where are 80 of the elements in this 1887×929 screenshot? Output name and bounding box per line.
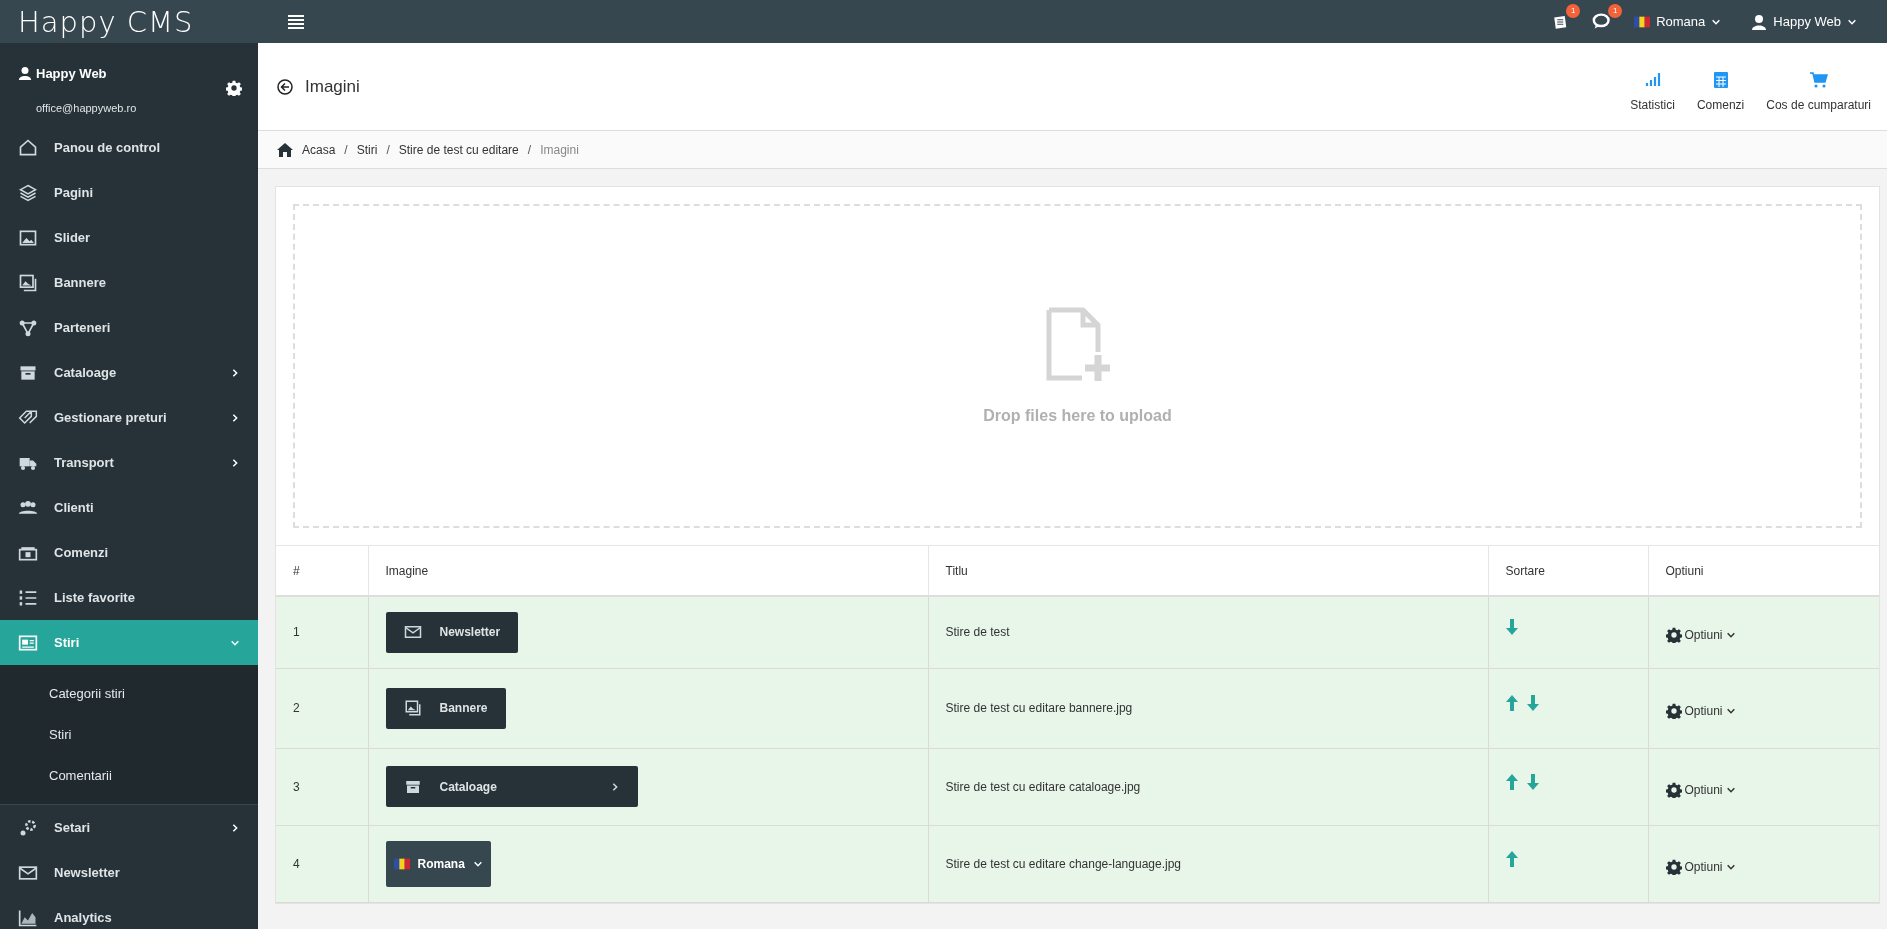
table-cell: Stire de test cu editare cataloage.jpg bbox=[928, 748, 1488, 825]
pictures-icon bbox=[18, 272, 38, 293]
sidebar-item[interactable]: Setari bbox=[0, 805, 258, 850]
menu-item-preview: Newsletter bbox=[385, 611, 519, 653]
table-cell: 1 bbox=[276, 596, 368, 668]
sidebar-item[interactable]: Panou de control bbox=[0, 125, 258, 170]
gear-icon bbox=[1665, 627, 1682, 644]
logo: Happy CMS bbox=[17, 4, 195, 39]
pictures-icon bbox=[403, 699, 422, 717]
calculator-icon bbox=[1713, 71, 1728, 88]
arrow-down-icon[interactable] bbox=[1526, 695, 1539, 711]
breadcrumb-link[interactable]: Stire de test cu editare bbox=[398, 142, 519, 157]
options-dropdown[interactable]: Optiuni bbox=[1665, 621, 1736, 644]
options-dropdown[interactable]: Optiuni bbox=[1665, 697, 1736, 719]
breadcrumb-link[interactable]: Stiri bbox=[356, 142, 378, 157]
sidebar-item[interactable]: Liste favorite bbox=[0, 575, 258, 620]
table-cell: 4 bbox=[276, 825, 368, 902]
submenu-item[interactable]: Comentarii bbox=[0, 755, 258, 796]
newspaper-icon bbox=[18, 632, 38, 653]
arrow-up-icon[interactable] bbox=[1505, 850, 1518, 867]
flag-icon bbox=[393, 857, 410, 870]
settings-icon[interactable] bbox=[226, 80, 242, 96]
sidebar-item[interactable]: Clienti bbox=[0, 485, 258, 530]
sidebar-item[interactable]: Gestionare preturi bbox=[0, 395, 258, 440]
user-name: Happy Web bbox=[36, 65, 108, 81]
home-icon bbox=[18, 137, 38, 158]
dropzone-text: Drop files here to upload bbox=[983, 407, 1172, 425]
sidebar-item[interactable]: Comenzi bbox=[0, 530, 258, 575]
arrow-up-icon[interactable] bbox=[1505, 695, 1518, 711]
user-email: office@happyweb.ro bbox=[36, 102, 138, 115]
breadcrumb-current: Imagini bbox=[540, 142, 579, 157]
language-dropdown[interactable]: Romana bbox=[1634, 14, 1722, 29]
breadcrumb-separator: / bbox=[527, 142, 532, 157]
sidebar-item[interactable]: Cataloage bbox=[0, 350, 258, 395]
gear-icon bbox=[1665, 781, 1682, 798]
options-dropdown[interactable]: Optiuni bbox=[1665, 775, 1736, 798]
layers-icon bbox=[18, 182, 38, 203]
arrow-down-icon[interactable] bbox=[1526, 773, 1539, 790]
sidebar-item[interactable]: Transport bbox=[0, 440, 258, 485]
breadcrumb-separator: / bbox=[344, 142, 348, 157]
page-title: Imagini bbox=[305, 76, 361, 97]
sidebar-item[interactable]: Newsletter bbox=[0, 850, 258, 895]
gear-icon bbox=[1665, 858, 1682, 875]
notification-badge: 1 bbox=[1608, 3, 1623, 18]
gear-icon bbox=[1665, 703, 1682, 719]
menu-icon[interactable] bbox=[288, 14, 304, 29]
flag-icon bbox=[1634, 15, 1651, 28]
user-menu[interactable]: Happy Web bbox=[1751, 13, 1857, 30]
menu-item-preview: Cataloage bbox=[385, 766, 638, 807]
arrow-down-icon[interactable] bbox=[1505, 619, 1518, 636]
table-cell: 2 bbox=[276, 668, 368, 748]
arrow-up-icon[interactable] bbox=[1505, 773, 1518, 790]
submenu-item[interactable]: Stiri bbox=[0, 714, 258, 755]
breadcrumb-link[interactable]: Acasa bbox=[302, 142, 336, 157]
breadcrumb-separator: / bbox=[386, 142, 390, 157]
shortcut-link[interactable]: Statistici bbox=[1630, 61, 1675, 112]
sidebar-item[interactable]: Analytics bbox=[0, 895, 258, 929]
notification-button[interactable] bbox=[1592, 12, 1613, 31]
submenu-item[interactable]: Categorii stiri bbox=[0, 673, 258, 714]
cart-icon bbox=[1809, 71, 1828, 88]
chevron-icon bbox=[1725, 706, 1736, 716]
notification-badge: 1 bbox=[1566, 3, 1581, 18]
sidebar-item[interactable]: Bannere bbox=[0, 260, 258, 305]
shortcut-link[interactable]: Cos de cumparaturi bbox=[1766, 61, 1871, 112]
chat-icon bbox=[1592, 12, 1613, 31]
signal-bars-icon bbox=[1644, 71, 1661, 88]
options-dropdown[interactable]: Optiuni bbox=[1665, 852, 1736, 875]
sidebar-item[interactable]: Parteneri bbox=[0, 305, 258, 350]
table-cell: Stire de test bbox=[928, 596, 1488, 668]
home-icon[interactable] bbox=[277, 142, 293, 157]
table-cell: Stire de test cu editare change-language.jpg bbox=[928, 825, 1488, 902]
table-cell: Stire de test cu editare bannere.jpg bbox=[928, 668, 1488, 748]
user-icon bbox=[18, 66, 32, 81]
sidebar-item[interactable]: Slider bbox=[0, 215, 258, 260]
table-cell: 3 bbox=[276, 748, 368, 825]
shortcut-link[interactable]: Comenzi bbox=[1696, 61, 1745, 112]
user-icon bbox=[1751, 13, 1768, 30]
menu-item-preview: Bannere bbox=[385, 687, 506, 729]
sidebar-item[interactable]: Pagini bbox=[0, 170, 258, 215]
menu-item-preview: Romana bbox=[385, 840, 491, 887]
